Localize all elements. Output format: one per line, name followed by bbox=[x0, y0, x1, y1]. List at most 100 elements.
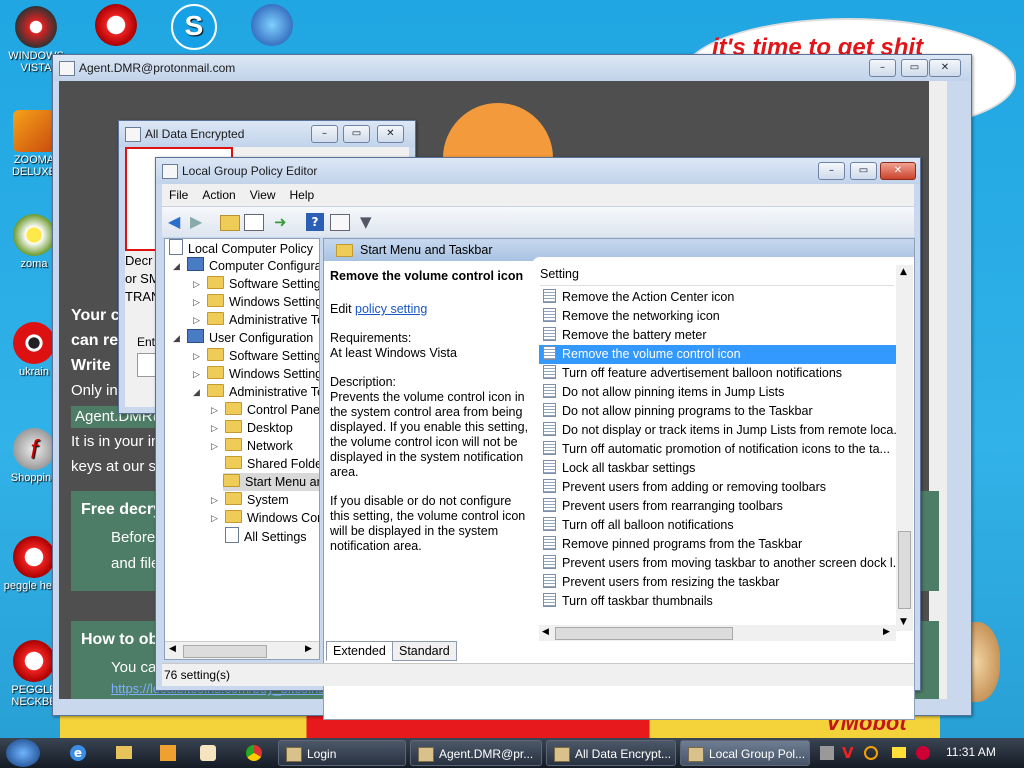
expand-icon[interactable]: ▷ bbox=[211, 491, 219, 509]
clock[interactable]: 11:31 AM bbox=[946, 745, 996, 759]
tray-message-icon[interactable] bbox=[892, 747, 906, 758]
show-hide-tree-icon[interactable] bbox=[244, 214, 264, 231]
list-vscrollbar[interactable]: ▲ ▼ bbox=[896, 265, 913, 631]
setting-row[interactable]: Turn off all balloon notifications bbox=[539, 516, 896, 535]
setting-row[interactable]: Turn off automatic promotion of notifica… bbox=[539, 440, 896, 459]
start-button[interactable] bbox=[6, 739, 40, 767]
menu-view[interactable]: View bbox=[243, 184, 283, 202]
taskbar-item-login[interactable]: Login bbox=[278, 740, 406, 766]
tree-item-computer-config[interactable]: ◢ Computer Configura bbox=[173, 257, 319, 275]
tree-item-cc-admin[interactable]: ▷ Administrative Te bbox=[193, 311, 319, 329]
setting-row[interactable]: Prevent users from resizing the taskbar bbox=[539, 573, 896, 592]
setting-row[interactable]: Do not display or track items in Jump Li… bbox=[539, 421, 896, 440]
gp-titlebar[interactable]: Local Group Policy Editor – ▭ ✕ bbox=[156, 158, 920, 184]
close-button[interactable]: ✕ bbox=[929, 59, 961, 77]
close-button[interactable]: ✕ bbox=[377, 125, 404, 143]
menu-file[interactable]: File bbox=[162, 184, 195, 202]
tree-item-system[interactable]: ▷ System bbox=[211, 491, 289, 509]
menu-help[interactable]: Help bbox=[283, 184, 322, 202]
encrypted-titlebar[interactable]: All Data Encrypted – ▭ ✕ bbox=[119, 121, 415, 147]
minimize-button[interactable]: – bbox=[818, 162, 845, 180]
setting-row[interactable]: Remove the battery meter bbox=[539, 326, 896, 345]
tree-item-user-config[interactable]: ◢ User Configuration bbox=[173, 329, 313, 347]
taskbar-item-agent[interactable]: Agent.DMR@pr... bbox=[410, 740, 542, 766]
tree-item-uc-admin[interactable]: ◢ Administrative Te bbox=[193, 383, 319, 401]
scroll-down-icon[interactable]: ▼ bbox=[900, 617, 907, 627]
tree-item-cc-software[interactable]: ▷ Software Settings bbox=[193, 275, 319, 293]
app-icon[interactable] bbox=[200, 745, 216, 761]
setting-row[interactable]: Turn off feature advertisement balloon n… bbox=[539, 364, 896, 383]
tree-item-shared-folders[interactable]: Shared Folder bbox=[211, 455, 319, 473]
expand-icon[interactable]: ▷ bbox=[193, 365, 201, 383]
scroll-thumb[interactable] bbox=[183, 645, 267, 658]
maximize-button[interactable]: ▭ bbox=[343, 125, 370, 143]
explorer-icon[interactable] bbox=[116, 746, 132, 759]
scroll-up-icon[interactable]: ▲ bbox=[900, 267, 907, 277]
ransom-scrollbar[interactable] bbox=[929, 81, 947, 699]
ie-icon[interactable]: e bbox=[70, 745, 86, 761]
tray-app-icon[interactable] bbox=[916, 746, 930, 760]
desktop-icon-skype[interactable]: S bbox=[162, 4, 226, 52]
minimize-button[interactable]: – bbox=[869, 59, 896, 77]
minimize-button[interactable]: – bbox=[311, 125, 338, 143]
back-arrow-icon[interactable]: ◀ bbox=[168, 213, 186, 231]
tray-network-icon[interactable] bbox=[820, 746, 834, 760]
setting-row[interactable]: Remove the Action Center icon bbox=[539, 288, 896, 307]
properties-icon[interactable] bbox=[330, 214, 350, 231]
tree-item-cc-windows[interactable]: ▷ Windows Setting bbox=[193, 293, 319, 311]
setting-row[interactable]: Remove pinned programs from the Taskbar bbox=[539, 535, 896, 554]
tree-item-uc-windows[interactable]: ▷ Windows Settings bbox=[193, 365, 319, 383]
collapse-icon[interactable]: ◢ bbox=[173, 257, 181, 275]
setting-column-header[interactable]: Setting bbox=[540, 267, 579, 281]
expand-icon[interactable]: ▷ bbox=[193, 311, 201, 329]
filter-icon[interactable]: ▼ bbox=[360, 213, 378, 231]
up-folder-icon[interactable] bbox=[220, 215, 240, 231]
tree-item-windows-components[interactable]: ▷ Windows Cor bbox=[211, 509, 319, 527]
tab-extended[interactable]: Extended bbox=[326, 641, 393, 661]
taskbar-item-encrypted[interactable]: All Data Encrypt... bbox=[546, 740, 676, 766]
scroll-thumb[interactable] bbox=[898, 531, 911, 609]
tree-item-network[interactable]: ▷ Network bbox=[211, 437, 293, 455]
group-policy-window[interactable]: Local Group Policy Editor – ▭ ✕ File Acti… bbox=[155, 157, 921, 720]
setting-row[interactable]: Prevent users from rearranging toolbars bbox=[539, 497, 896, 516]
edit-policy-link[interactable]: policy setting bbox=[355, 302, 427, 316]
tree-item-uc-software[interactable]: ▷ Software Settings bbox=[193, 347, 319, 365]
help-icon[interactable]: ? bbox=[306, 213, 324, 231]
ransom-titlebar[interactable]: Agent.DMR@protonmail.com – ▭ ✕ bbox=[53, 55, 971, 81]
setting-row[interactable]: Prevent users from adding or removing to… bbox=[539, 478, 896, 497]
setting-row[interactable]: Lock all taskbar settings bbox=[539, 459, 896, 478]
tray-search-icon[interactable] bbox=[864, 746, 878, 760]
expand-icon[interactable]: ▷ bbox=[193, 293, 201, 311]
setting-row[interactable]: Prevent users from moving taskbar to ano… bbox=[539, 554, 896, 573]
taskbar-item-gpedit[interactable]: Local Group Pol... bbox=[680, 740, 810, 766]
media-player-icon[interactable] bbox=[160, 745, 176, 761]
expand-icon[interactable]: ▷ bbox=[211, 437, 219, 455]
list-hscrollbar[interactable]: ◀ ▶ bbox=[539, 625, 896, 641]
desktop-icon-globe[interactable] bbox=[240, 4, 304, 48]
maximize-button[interactable]: ▭ bbox=[901, 59, 928, 77]
scroll-right-icon[interactable]: ▶ bbox=[305, 644, 312, 654]
tree-item-root[interactable]: Local Computer Policy bbox=[169, 239, 313, 257]
expand-icon[interactable]: ▷ bbox=[211, 419, 219, 437]
expand-icon[interactable]: ▷ bbox=[211, 509, 219, 527]
forward-arrow-icon[interactable]: ▶ bbox=[190, 213, 208, 231]
setting-row[interactable]: Do not allow pinning programs to the Tas… bbox=[539, 402, 896, 421]
setting-row[interactable]: Remove the volume control icon bbox=[539, 345, 896, 364]
desktop-icon-peggle-top[interactable] bbox=[84, 4, 148, 48]
expand-icon[interactable]: ▷ bbox=[193, 347, 201, 365]
tree-item-start-menu[interactable]: Start Menu ar bbox=[223, 473, 319, 491]
expand-icon[interactable]: ▷ bbox=[193, 275, 201, 293]
expand-icon[interactable]: ▷ bbox=[211, 401, 219, 419]
setting-row[interactable]: Turn off taskbar thumbnails bbox=[539, 592, 896, 611]
export-list-icon[interactable]: ➜ bbox=[274, 213, 292, 231]
tree-item-desktop[interactable]: ▷ Desktop bbox=[211, 419, 293, 437]
menu-action[interactable]: Action bbox=[195, 184, 242, 202]
tray-v-icon[interactable]: V bbox=[842, 744, 854, 762]
tree-hscrollbar[interactable]: ◀ ▶ bbox=[165, 641, 319, 659]
tree-item-all-settings[interactable]: All Settings bbox=[225, 527, 307, 545]
collapse-icon[interactable]: ◢ bbox=[193, 383, 201, 401]
setting-row[interactable]: Do not allow pinning items in Jump Lists bbox=[539, 383, 896, 402]
maximize-button[interactable]: ▭ bbox=[850, 162, 877, 180]
scroll-right-icon[interactable]: ▶ bbox=[883, 627, 890, 637]
tab-standard[interactable]: Standard bbox=[392, 641, 457, 661]
